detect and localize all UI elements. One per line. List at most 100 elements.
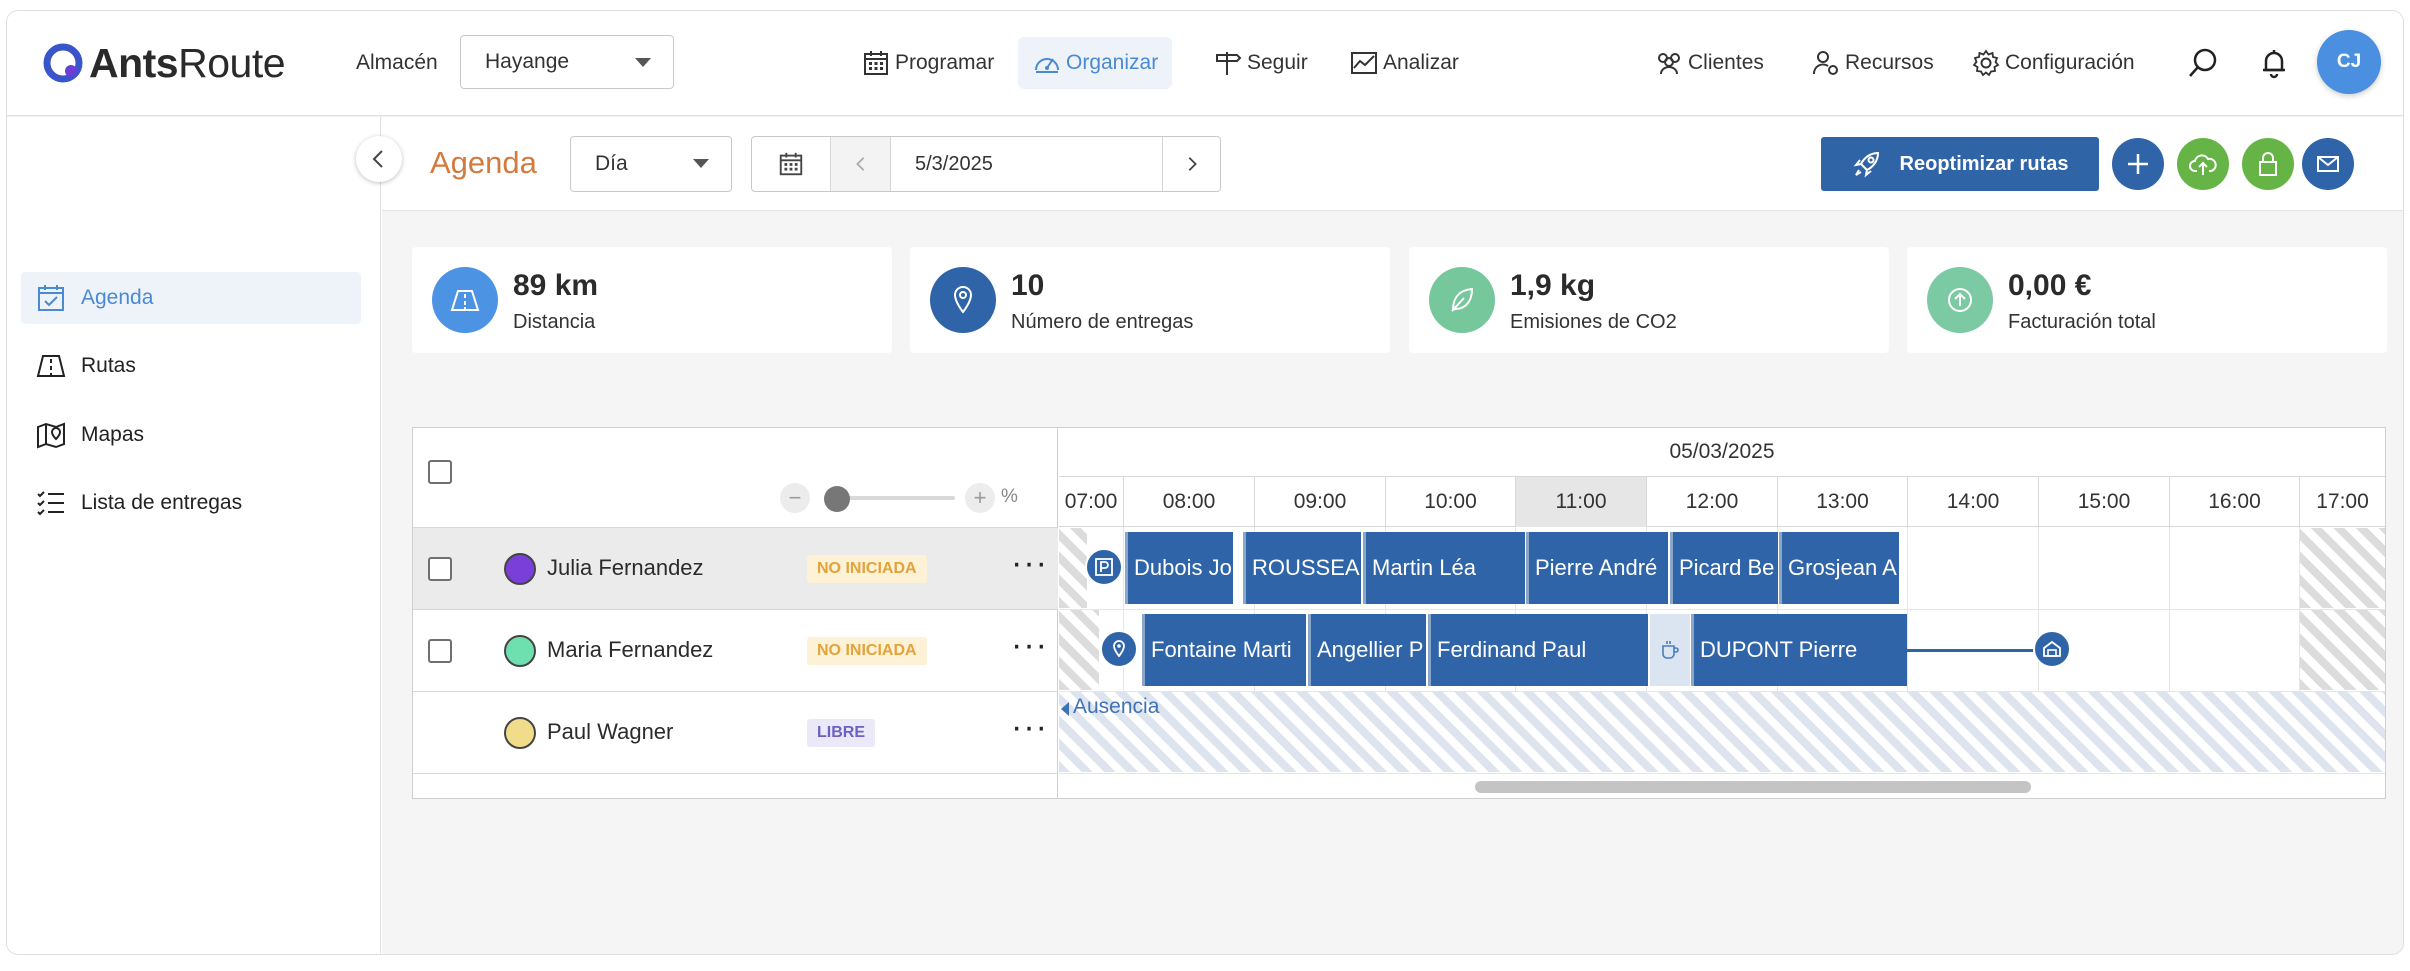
delivery-task[interactable]: Pierre André: [1526, 532, 1668, 604]
nav-analizar[interactable]: Analizar: [1335, 37, 1473, 89]
delivery-task[interactable]: Picard Be: [1670, 532, 1778, 604]
arrow-up-circle-icon: [1927, 267, 1993, 333]
zoom-slider-handle[interactable]: [824, 486, 850, 512]
hour-label: 08:00: [1123, 477, 1254, 527]
leaf-icon: [1429, 267, 1495, 333]
app-window: AntsRoute Almacén Hayange Programar Orga…: [6, 10, 2404, 955]
previous-day-button[interactable]: [831, 137, 890, 191]
chart-icon: [1351, 52, 1377, 74]
timeline-scrollbar[interactable]: [1059, 773, 2385, 798]
return-route-line: [1907, 649, 2033, 652]
mail-icon: [2317, 156, 2339, 172]
antsroute-logo[interactable]: AntsRoute: [41, 38, 286, 88]
kpi-billing-label: Facturación total: [2008, 311, 2156, 333]
row-divider: [1059, 609, 2385, 610]
email-button[interactable]: [2302, 138, 2354, 190]
timeline: 05/03/2025 07:00 08:00 09:00 10:00 11:00…: [1059, 428, 2385, 798]
delivery-task[interactable]: ROUSSEAU: [1243, 532, 1361, 604]
zoom-unit: %: [1001, 486, 1018, 507]
break-slot[interactable]: [1650, 614, 1690, 686]
resource-name: Paul Wagner: [547, 719, 674, 744]
parking-icon[interactable]: [1085, 548, 1123, 586]
hour-label: 15:00: [2038, 477, 2169, 527]
row-checkbox[interactable]: [428, 557, 452, 581]
page-title: Agenda: [430, 145, 537, 180]
zoom-out-button[interactable]: −: [780, 483, 810, 513]
resource-row[interactable]: Paul Wagner LIBRE ···: [413, 691, 1058, 773]
reoptimize-label: Reoptimizar rutas: [1899, 152, 2069, 175]
resources-icon: [1813, 51, 1838, 75]
next-day-button[interactable]: [1163, 137, 1220, 191]
list-footer: [413, 773, 1058, 798]
sidebar-item-label: Lista de entregas: [81, 491, 243, 514]
notifications-button[interactable]: [2254, 43, 2294, 83]
zoom-slider-track[interactable]: [835, 496, 955, 500]
sidebar-item-agenda[interactable]: Agenda: [21, 272, 361, 324]
upload-button[interactable]: [2177, 138, 2229, 190]
delivery-task[interactable]: Grosjean A: [1779, 532, 1899, 604]
depot-icon[interactable]: [2033, 630, 2071, 668]
delivery-task[interactable]: Angellier P: [1308, 614, 1426, 686]
kpi-deliveries-value: 10: [1011, 269, 1045, 302]
delivery-task[interactable]: DUPONT Pierre: [1691, 614, 1907, 686]
view-select[interactable]: Día: [570, 136, 732, 192]
resource-gantt: − + % Julia Fernandez NO INICIADA ··· Ma…: [412, 427, 2386, 799]
zoom-in-button[interactable]: +: [965, 483, 995, 513]
delivery-task[interactable]: Ferdinand Paul: [1428, 614, 1648, 686]
more-options-button[interactable]: ···: [1011, 628, 1048, 662]
nav-organizar[interactable]: Organizar: [1018, 37, 1173, 89]
more-options-button[interactable]: ···: [1011, 710, 1048, 744]
status-badge: NO INICIADA: [807, 555, 927, 583]
lock-button[interactable]: [2242, 138, 2294, 190]
absence-block[interactable]: [1059, 692, 2385, 772]
rocket-icon: [1853, 151, 1879, 178]
list-icon: [37, 491, 64, 516]
almacen-select-value: Hayange: [485, 50, 570, 73]
chevron-down-icon: [635, 58, 651, 67]
sidebar-item-rutas[interactable]: Rutas: [21, 340, 361, 392]
chevron-down-icon: [693, 159, 709, 168]
hour-label: 09:00: [1254, 477, 1385, 527]
delivery-task[interactable]: Dubois Jo: [1125, 532, 1233, 604]
kpi-distance-label: Distancia: [513, 311, 596, 333]
scrollbar-thumb[interactable]: [1475, 781, 2031, 793]
logo-ring-icon: [43, 43, 83, 83]
row-checkbox[interactable]: [428, 639, 452, 663]
delivery-task[interactable]: Martin Léa: [1363, 532, 1525, 604]
hour-label: 13:00: [1777, 477, 1907, 527]
resource-row[interactable]: Maria Fernandez NO INICIADA ···: [413, 609, 1058, 691]
delivery-task[interactable]: Fontaine Marti: [1142, 614, 1306, 686]
nav-recursos-label: Recursos: [1845, 51, 1934, 74]
search-button[interactable]: [2183, 43, 2223, 83]
nav-analizar-label: Analizar: [1383, 51, 1459, 74]
nav-clientes[interactable]: Clientes: [1640, 37, 1778, 89]
road-icon: [36, 355, 66, 377]
agenda-toolbar: Agenda Día 5/3/2025 Reoptimizar rutas: [382, 117, 2403, 211]
more-options-button[interactable]: ···: [1011, 546, 1048, 580]
sidebar-item-label: Agenda: [81, 286, 154, 309]
road-icon: [432, 267, 498, 333]
sidebar-item-mapas[interactable]: Mapas: [21, 409, 361, 461]
collapse-sidebar-button[interactable]: [356, 136, 402, 182]
nav-configuracion[interactable]: Configuración: [1957, 37, 2149, 89]
nav-recursos[interactable]: Recursos: [1797, 37, 1948, 89]
date-field[interactable]: 5/3/2025: [891, 137, 1162, 191]
calendar-check-icon: [38, 285, 64, 311]
start-location-icon[interactable]: [1100, 630, 1138, 668]
hour-label: 10:00: [1385, 477, 1515, 527]
nav-seguir[interactable]: Seguir: [1199, 37, 1322, 89]
resource-row[interactable]: Julia Fernandez NO INICIADA ···: [413, 527, 1058, 609]
reoptimize-routes-button[interactable]: Reoptimizar rutas: [1821, 137, 2099, 191]
calendar-picker-button[interactable]: [752, 137, 830, 191]
sidebar-item-lista-entregas[interactable]: Lista de entregas: [21, 477, 361, 529]
dashboard-gauge-icon: [1035, 58, 1059, 73]
add-button[interactable]: [2112, 138, 2164, 190]
select-all-checkbox[interactable]: [428, 460, 452, 484]
nav-programar[interactable]: Programar: [847, 37, 1008, 89]
unavailable-slot: [2300, 610, 2385, 690]
plus-icon: [2128, 154, 2148, 174]
timeline-hours: 07:00 08:00 09:00 10:00 11:00 12:00 13:0…: [1059, 477, 2385, 527]
chevron-left-icon: [372, 150, 383, 168]
almacen-select[interactable]: Hayange: [460, 35, 674, 89]
user-avatar[interactable]: CJ: [2317, 30, 2381, 94]
